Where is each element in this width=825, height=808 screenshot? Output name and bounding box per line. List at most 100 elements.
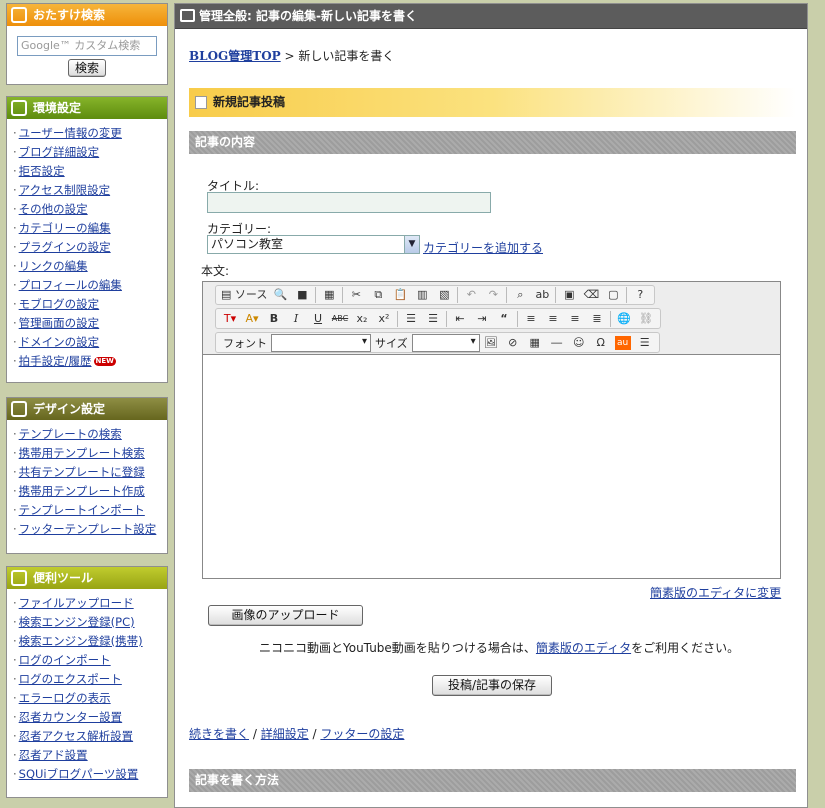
replace-icon[interactable]: ab <box>531 286 553 304</box>
size-select[interactable] <box>411 333 480 352</box>
help-icon[interactable]: ? <box>629 286 651 304</box>
env-item[interactable]: 拍手設定/履歴NEW <box>13 352 167 371</box>
align-left-icon[interactable]: ≡ <box>520 310 542 328</box>
sidebar-link[interactable]: モブログの設定 <box>19 297 100 311</box>
italic-icon[interactable]: I <box>285 310 307 328</box>
env-item[interactable]: プラグインの設定 <box>13 238 167 257</box>
sidebar-link[interactable]: 拍手設定/履歴 <box>19 354 92 368</box>
env-item[interactable]: アクセス制限設定 <box>13 181 167 200</box>
maximize-icon[interactable]: ▢ <box>602 286 624 304</box>
justify-icon[interactable]: ≣ <box>586 310 608 328</box>
video-note-link[interactable]: 簡素版のエディタ <box>536 641 631 655</box>
paste-icon[interactable]: 📋 <box>389 286 411 304</box>
superscript-icon[interactable]: x² <box>373 310 395 328</box>
title-input[interactable] <box>207 192 491 213</box>
sidebar-link[interactable]: 管理画面の設定 <box>19 316 100 330</box>
table-icon[interactable]: ▦ <box>524 334 546 352</box>
sidebar-link[interactable]: SQUiブログパーツ設置 <box>19 767 139 781</box>
underline-icon[interactable]: U <box>307 310 329 328</box>
preview-icon[interactable]: 🔍 <box>269 286 291 304</box>
sidebar-link[interactable]: 忍者カウンター設置 <box>19 710 123 724</box>
copy-icon[interactable]: ⧉ <box>367 286 389 304</box>
sidebar-link[interactable]: リンクの編集 <box>19 259 88 273</box>
sidebar-link[interactable]: ユーザー情報の変更 <box>19 126 122 140</box>
align-center-icon[interactable]: ≡ <box>542 310 564 328</box>
sidebar-link[interactable]: テンプレートの検索 <box>19 427 122 441</box>
design-item[interactable]: フッターテンプレート設定 <box>13 520 167 539</box>
env-item[interactable]: ユーザー情報の変更 <box>13 124 167 143</box>
undo-icon[interactable]: ↶ <box>460 286 482 304</box>
strike-icon[interactable]: ABC <box>329 310 351 328</box>
sidebar-link[interactable]: ファイルアップロード <box>19 596 134 610</box>
template-icon[interactable]: ▦ <box>318 286 340 304</box>
au-icon[interactable]: au <box>614 335 631 350</box>
indent-icon[interactable]: ⇥ <box>471 310 493 328</box>
env-item[interactable]: 管理画面の設定 <box>13 314 167 333</box>
special-char-icon[interactable]: Ω <box>590 334 612 352</box>
design-item[interactable]: テンプレートの検索 <box>13 425 167 444</box>
design-item[interactable]: テンプレートインポート <box>13 501 167 520</box>
breadcrumb-link-top[interactable]: BLOG管理TOP <box>189 49 281 63</box>
env-item[interactable]: ドメインの設定 <box>13 333 167 352</box>
sidebar-link[interactable]: 検索エンジン登録(PC) <box>19 615 135 629</box>
env-item[interactable]: プロフィールの編集 <box>13 276 167 295</box>
smiley-icon[interactable]: ☺ <box>568 334 590 352</box>
bold-icon[interactable]: B <box>263 310 285 328</box>
outdent-icon[interactable]: ⇤ <box>449 310 471 328</box>
eraser-icon[interactable]: ⌫ <box>580 286 602 304</box>
sidebar-link[interactable]: 共有テンプレートに登録 <box>19 465 145 479</box>
sidebar-link[interactable]: 携帯用テンプレート作成 <box>19 484 145 498</box>
horizontal-rule-icon[interactable]: ― <box>546 334 568 352</box>
search-button[interactable]: 検索 <box>68 59 106 77</box>
paste-text-icon[interactable]: ▥ <box>411 286 433 304</box>
tools-item[interactable]: エラーログの表示 <box>13 689 167 708</box>
design-item[interactable]: 共有テンプレートに登録 <box>13 463 167 482</box>
add-category-link[interactable]: カテゴリーを追加する <box>423 239 543 256</box>
design-item[interactable]: 携帯用テンプレート作成 <box>13 482 167 501</box>
tools-item[interactable]: ログのエクスポート <box>13 670 167 689</box>
select-all-icon[interactable]: ▣ <box>558 286 580 304</box>
unlink-icon[interactable]: ⛓ <box>635 310 657 328</box>
sidebar-link[interactable]: 忍者アクセス解析設置 <box>19 729 133 743</box>
sidebar-link[interactable]: ブログ詳細設定 <box>19 145 100 159</box>
simple-editor-link[interactable]: 簡素版のエディタに変更 <box>650 584 781 601</box>
cut-icon[interactable]: ✂ <box>345 286 367 304</box>
source-icon[interactable]: ▤ ソース <box>219 286 269 304</box>
sidebar-link[interactable]: エラーログの表示 <box>19 691 111 705</box>
tools-item[interactable]: 忍者アクセス解析設置 <box>13 727 167 746</box>
sidebar-link[interactable]: テンプレートインポート <box>19 503 145 517</box>
env-item[interactable]: 拒否設定 <box>13 162 167 181</box>
sidebar-link[interactable]: フッターテンプレート設定 <box>19 522 157 536</box>
footer-settings-link[interactable]: フッターの設定 <box>320 727 404 741</box>
env-item[interactable]: ブログ詳細設定 <box>13 143 167 162</box>
continue-link[interactable]: 続きを書く <box>189 727 249 741</box>
sidebar-link[interactable]: 携帯用テンプレート検索 <box>19 446 145 460</box>
text-color-icon[interactable]: T▾ <box>219 310 241 328</box>
image-icon[interactable]: 🖼 <box>480 334 502 352</box>
sidebar-link[interactable]: プラグインの設定 <box>19 240 111 254</box>
sidebar-link[interactable]: ログのエクスポート <box>19 672 122 686</box>
env-item[interactable]: リンクの編集 <box>13 257 167 276</box>
sidebar-link[interactable]: ドメインの設定 <box>19 335 100 349</box>
search-input[interactable]: Google™ カスタム検索 <box>17 36 157 56</box>
tools-item[interactable]: ファイルアップロード <box>13 594 167 613</box>
tools-item[interactable]: ログのインポート <box>13 651 167 670</box>
paste-word-icon[interactable]: ▧ <box>433 286 455 304</box>
tools-item[interactable]: 検索エンジン登録(携帯) <box>13 632 167 651</box>
env-item[interactable]: モブログの設定 <box>13 295 167 314</box>
env-item[interactable]: その他の設定 <box>13 200 167 219</box>
sidebar-link[interactable]: 忍者アド設置 <box>19 748 88 762</box>
redo-icon[interactable]: ↷ <box>482 286 504 304</box>
tools-item[interactable]: 忍者カウンター設置 <box>13 708 167 727</box>
editor-body[interactable] <box>203 355 780 578</box>
save-icon[interactable]: ■ <box>291 286 313 304</box>
category-select[interactable]: パソコン教室 ▼ <box>207 235 420 254</box>
subscript-icon[interactable]: x₂ <box>351 310 373 328</box>
save-post-button[interactable]: 投稿/記事の保存 <box>432 675 552 696</box>
image-upload-button[interactable]: 画像のアップロード <box>208 605 363 626</box>
align-right-icon[interactable]: ≡ <box>564 310 586 328</box>
sidebar-link[interactable]: 検索エンジン登録(携帯) <box>19 634 143 648</box>
font-select[interactable] <box>271 333 371 352</box>
sidebar-link[interactable]: アクセス制限設定 <box>19 183 110 197</box>
link-icon[interactable]: 🌐 <box>613 310 635 328</box>
